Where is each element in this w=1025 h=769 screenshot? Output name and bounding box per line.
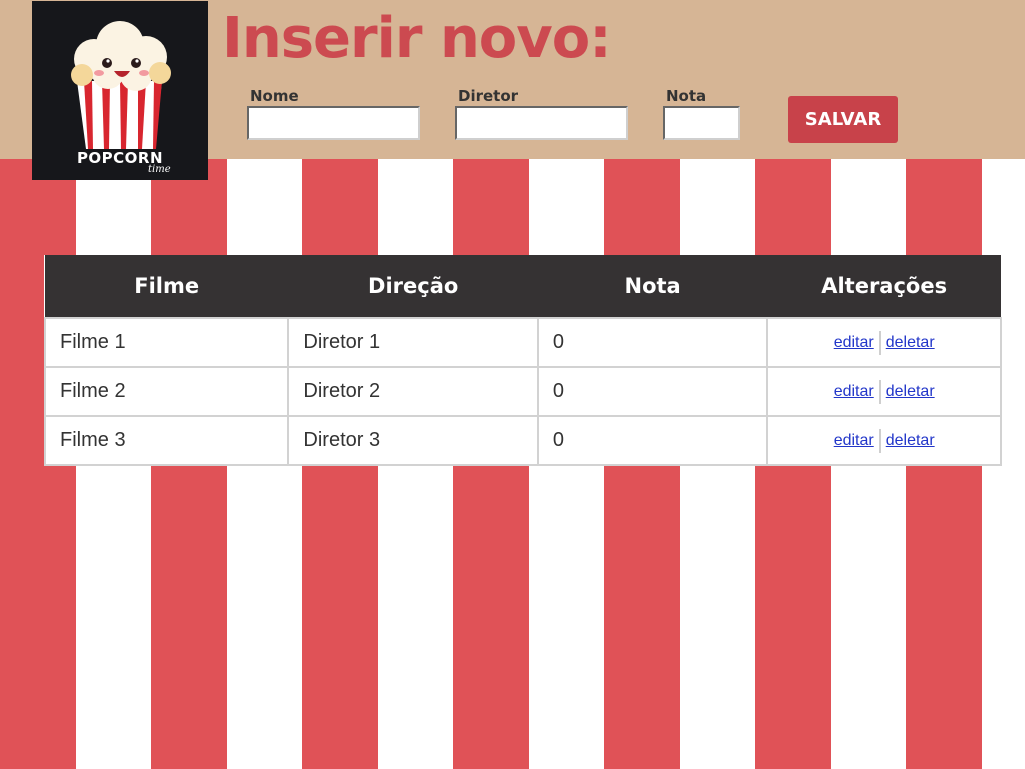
page-title: Inserir novo:: [222, 6, 612, 71]
edit-link[interactable]: editar: [834, 334, 874, 351]
nota-input[interactable]: [663, 106, 740, 140]
popcorn-logo: POPCORN time: [32, 1, 208, 180]
cell-nota: 0: [536, 366, 769, 417]
logo-wordmark: POPCORN: [76, 149, 164, 167]
cell-filme: Filme 1: [43, 317, 290, 368]
movies-table: Filme Direção Nota Alterações Filme 1 Di…: [43, 255, 1002, 466]
cell-filme: Filme 3: [43, 415, 290, 466]
link-separator: [878, 330, 881, 355]
cell-diretor: Diretor 2: [287, 366, 539, 417]
cell-filme: Filme 2: [43, 366, 290, 417]
cell-nota: 0: [536, 415, 769, 466]
link-separator: [878, 428, 881, 453]
col-header-direcao: Direção: [288, 255, 538, 318]
diretor-input[interactable]: [455, 106, 628, 140]
diretor-label: Diretor: [458, 87, 519, 105]
nome-label: Nome: [250, 87, 299, 105]
cell-actions: editar deletar: [766, 317, 1002, 368]
logo-subtitle: time: [148, 164, 171, 175]
table-header-row: Filme Direção Nota Alterações: [45, 255, 1001, 318]
save-button[interactable]: SALVAR: [788, 96, 898, 143]
table-row: Filme 3 Diretor 3 0 editar deletar: [43, 415, 1002, 466]
cell-nota: 0: [536, 317, 769, 368]
edit-link[interactable]: editar: [834, 432, 874, 449]
nota-label: Nota: [666, 87, 707, 105]
col-header-nota: Nota: [537, 255, 768, 318]
delete-link[interactable]: deletar: [886, 432, 935, 449]
nome-input[interactable]: [247, 106, 420, 140]
delete-link[interactable]: deletar: [886, 383, 935, 400]
cell-actions: editar deletar: [766, 415, 1002, 466]
cell-diretor: Diretor 3: [287, 415, 539, 466]
cell-actions: editar deletar: [766, 366, 1002, 417]
col-header-alteracoes: Alterações: [767, 255, 1001, 318]
col-header-filme: Filme: [45, 255, 289, 318]
table-row: Filme 1 Diretor 1 0 editar deletar: [43, 317, 1002, 368]
link-separator: [878, 379, 881, 404]
table-row: Filme 2 Diretor 2 0 editar deletar: [43, 366, 1002, 417]
delete-link[interactable]: deletar: [886, 334, 935, 351]
edit-link[interactable]: editar: [834, 383, 874, 400]
cell-diretor: Diretor 1: [287, 317, 539, 368]
